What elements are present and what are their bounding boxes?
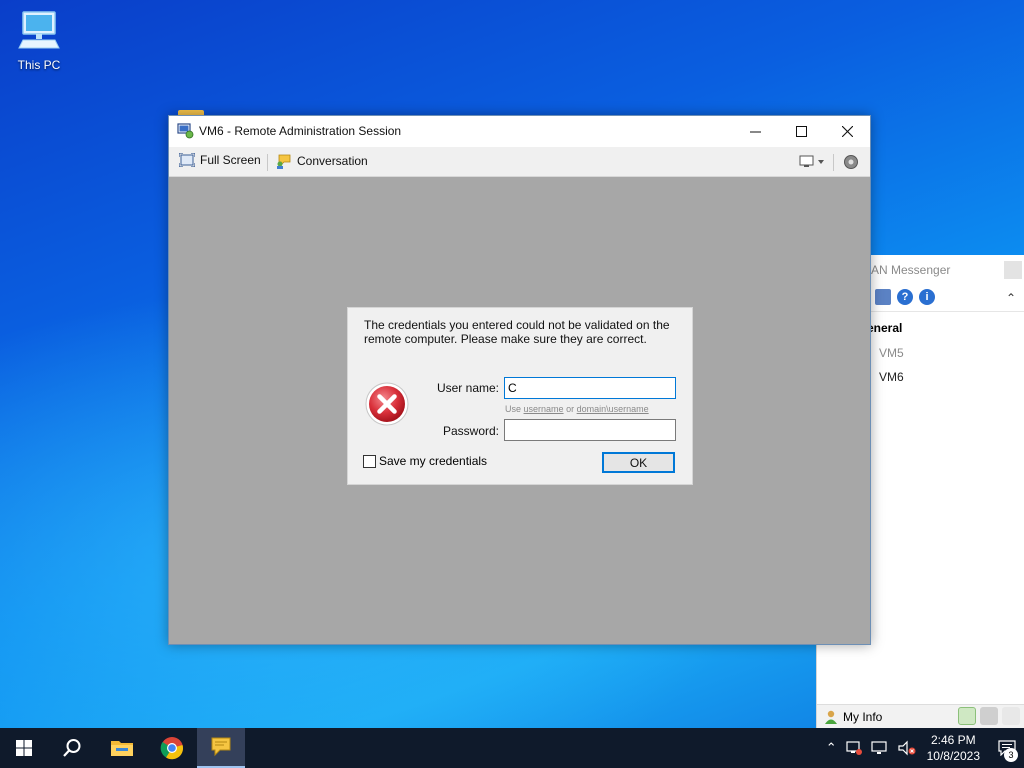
conversation-button[interactable]: Conversation bbox=[276, 153, 368, 169]
conversation-label: Conversation bbox=[297, 154, 368, 168]
clock-time: 2:46 PM bbox=[930, 733, 976, 747]
my-info-label: My Info bbox=[843, 710, 883, 724]
title-bar[interactable]: VM6 - Remote Administration Session bbox=[169, 116, 870, 147]
volume-muted-icon[interactable] bbox=[897, 740, 917, 756]
toolbar-separator bbox=[833, 153, 834, 171]
close-icon bbox=[841, 125, 853, 137]
minimize-button[interactable] bbox=[732, 116, 778, 146]
start-button[interactable] bbox=[0, 728, 48, 768]
minimize-icon bbox=[749, 131, 761, 132]
user-icon bbox=[825, 710, 837, 724]
username-label: User name: bbox=[436, 381, 499, 395]
settings-gear-icon[interactable] bbox=[842, 153, 860, 171]
taskbar: ⌃ 2:46 PM 10/8/2023 3 bbox=[0, 728, 1024, 768]
search-button[interactable] bbox=[48, 728, 96, 768]
chrome-icon bbox=[160, 737, 184, 760]
conversation-icon bbox=[277, 154, 291, 169]
search-icon bbox=[63, 739, 81, 757]
messenger-toolbar: ? i bbox=[875, 289, 935, 305]
hint-or: or bbox=[566, 404, 575, 414]
messenger-title: AN Messenger bbox=[871, 263, 951, 277]
username-hint-link[interactable]: username bbox=[524, 404, 564, 414]
window-title: VM6 - Remote Administration Session bbox=[199, 124, 402, 138]
contact-vm6[interactable]: VM6 bbox=[879, 370, 904, 384]
chevron-up-icon[interactable]: ⌃ bbox=[1006, 291, 1016, 305]
system-tray: ⌃ 2:46 PM 10/8/2023 3 bbox=[826, 728, 1024, 768]
taskbar-messenger[interactable] bbox=[197, 728, 245, 768]
remote-session-icon bbox=[177, 123, 194, 139]
notification-count-badge: 3 bbox=[1004, 748, 1018, 762]
taskbar-file-explorer[interactable] bbox=[98, 728, 146, 768]
credentials-error-message: The credentials you entered could not be… bbox=[364, 318, 670, 346]
maximize-icon bbox=[795, 125, 807, 137]
credentials-dialog: The credentials you entered could not be… bbox=[347, 307, 693, 485]
full-screen-icon bbox=[179, 153, 195, 167]
info-icon[interactable]: i bbox=[919, 289, 935, 305]
online-status-icon[interactable] bbox=[958, 707, 976, 725]
toolbar: Full Screen Conversation bbox=[169, 147, 870, 177]
address-book-icon[interactable] bbox=[875, 289, 891, 305]
monitor-icon[interactable] bbox=[871, 740, 889, 756]
full-screen-label: Full Screen bbox=[200, 153, 261, 167]
remote-desktop-area[interactable]: The credentials you entered could not be… bbox=[169, 177, 870, 644]
help-icon[interactable]: ? bbox=[897, 289, 913, 305]
messenger-statusbar: My Info bbox=[817, 704, 1024, 728]
offline-status-icon[interactable] bbox=[1002, 707, 1020, 725]
username-hint: Use username or domain\username bbox=[505, 404, 649, 414]
checkbox-unchecked-icon[interactable] bbox=[363, 454, 376, 468]
display-dropdown-icon[interactable] bbox=[799, 154, 825, 170]
taskbar-chrome[interactable] bbox=[148, 728, 196, 768]
maximize-button[interactable] bbox=[778, 116, 824, 146]
error-icon bbox=[365, 382, 409, 426]
hint-prefix: Use bbox=[505, 404, 522, 414]
my-info-button[interactable]: My Info bbox=[823, 709, 882, 725]
full-screen-button[interactable]: Full Screen bbox=[179, 153, 261, 167]
password-input[interactable] bbox=[504, 419, 676, 441]
save-credentials-checkbox[interactable]: Save my credentials bbox=[363, 454, 487, 468]
save-credentials-label: Save my credentials bbox=[379, 454, 488, 468]
windows-logo-icon bbox=[16, 740, 32, 756]
messenger-chat-icon bbox=[211, 737, 231, 757]
away-status-icon[interactable] bbox=[980, 707, 998, 725]
password-label: Password: bbox=[442, 424, 499, 438]
clock-date: 10/8/2023 bbox=[926, 749, 980, 763]
close-button[interactable] bbox=[824, 116, 870, 146]
toolbar-separator bbox=[267, 154, 268, 171]
domain-username-hint-link[interactable]: domain\username bbox=[577, 404, 649, 414]
chevron-up-icon[interactable]: ⌃ bbox=[826, 740, 837, 756]
remote-session-window[interactable]: VM6 - Remote Administration Session Full… bbox=[168, 115, 871, 645]
status-icons bbox=[958, 707, 1020, 725]
desktop-icon-label: This PC bbox=[17, 58, 61, 72]
network-status-icon[interactable] bbox=[845, 740, 863, 756]
toolbar-right bbox=[799, 153, 860, 171]
ok-button[interactable]: OK bbox=[602, 452, 675, 473]
messenger-close-button[interactable] bbox=[1004, 261, 1022, 279]
clock[interactable]: 2:46 PM 10/8/2023 bbox=[927, 732, 980, 764]
contact-group-general[interactable]: eneral bbox=[867, 321, 902, 335]
computer-icon bbox=[18, 11, 60, 49]
desktop-icon-this-pc[interactable]: This PC bbox=[10, 8, 68, 72]
folder-icon bbox=[111, 741, 133, 756]
contact-vm5[interactable]: VM5 bbox=[879, 346, 904, 360]
username-input[interactable] bbox=[504, 377, 676, 399]
notification-center-button[interactable]: 3 bbox=[990, 728, 1024, 768]
